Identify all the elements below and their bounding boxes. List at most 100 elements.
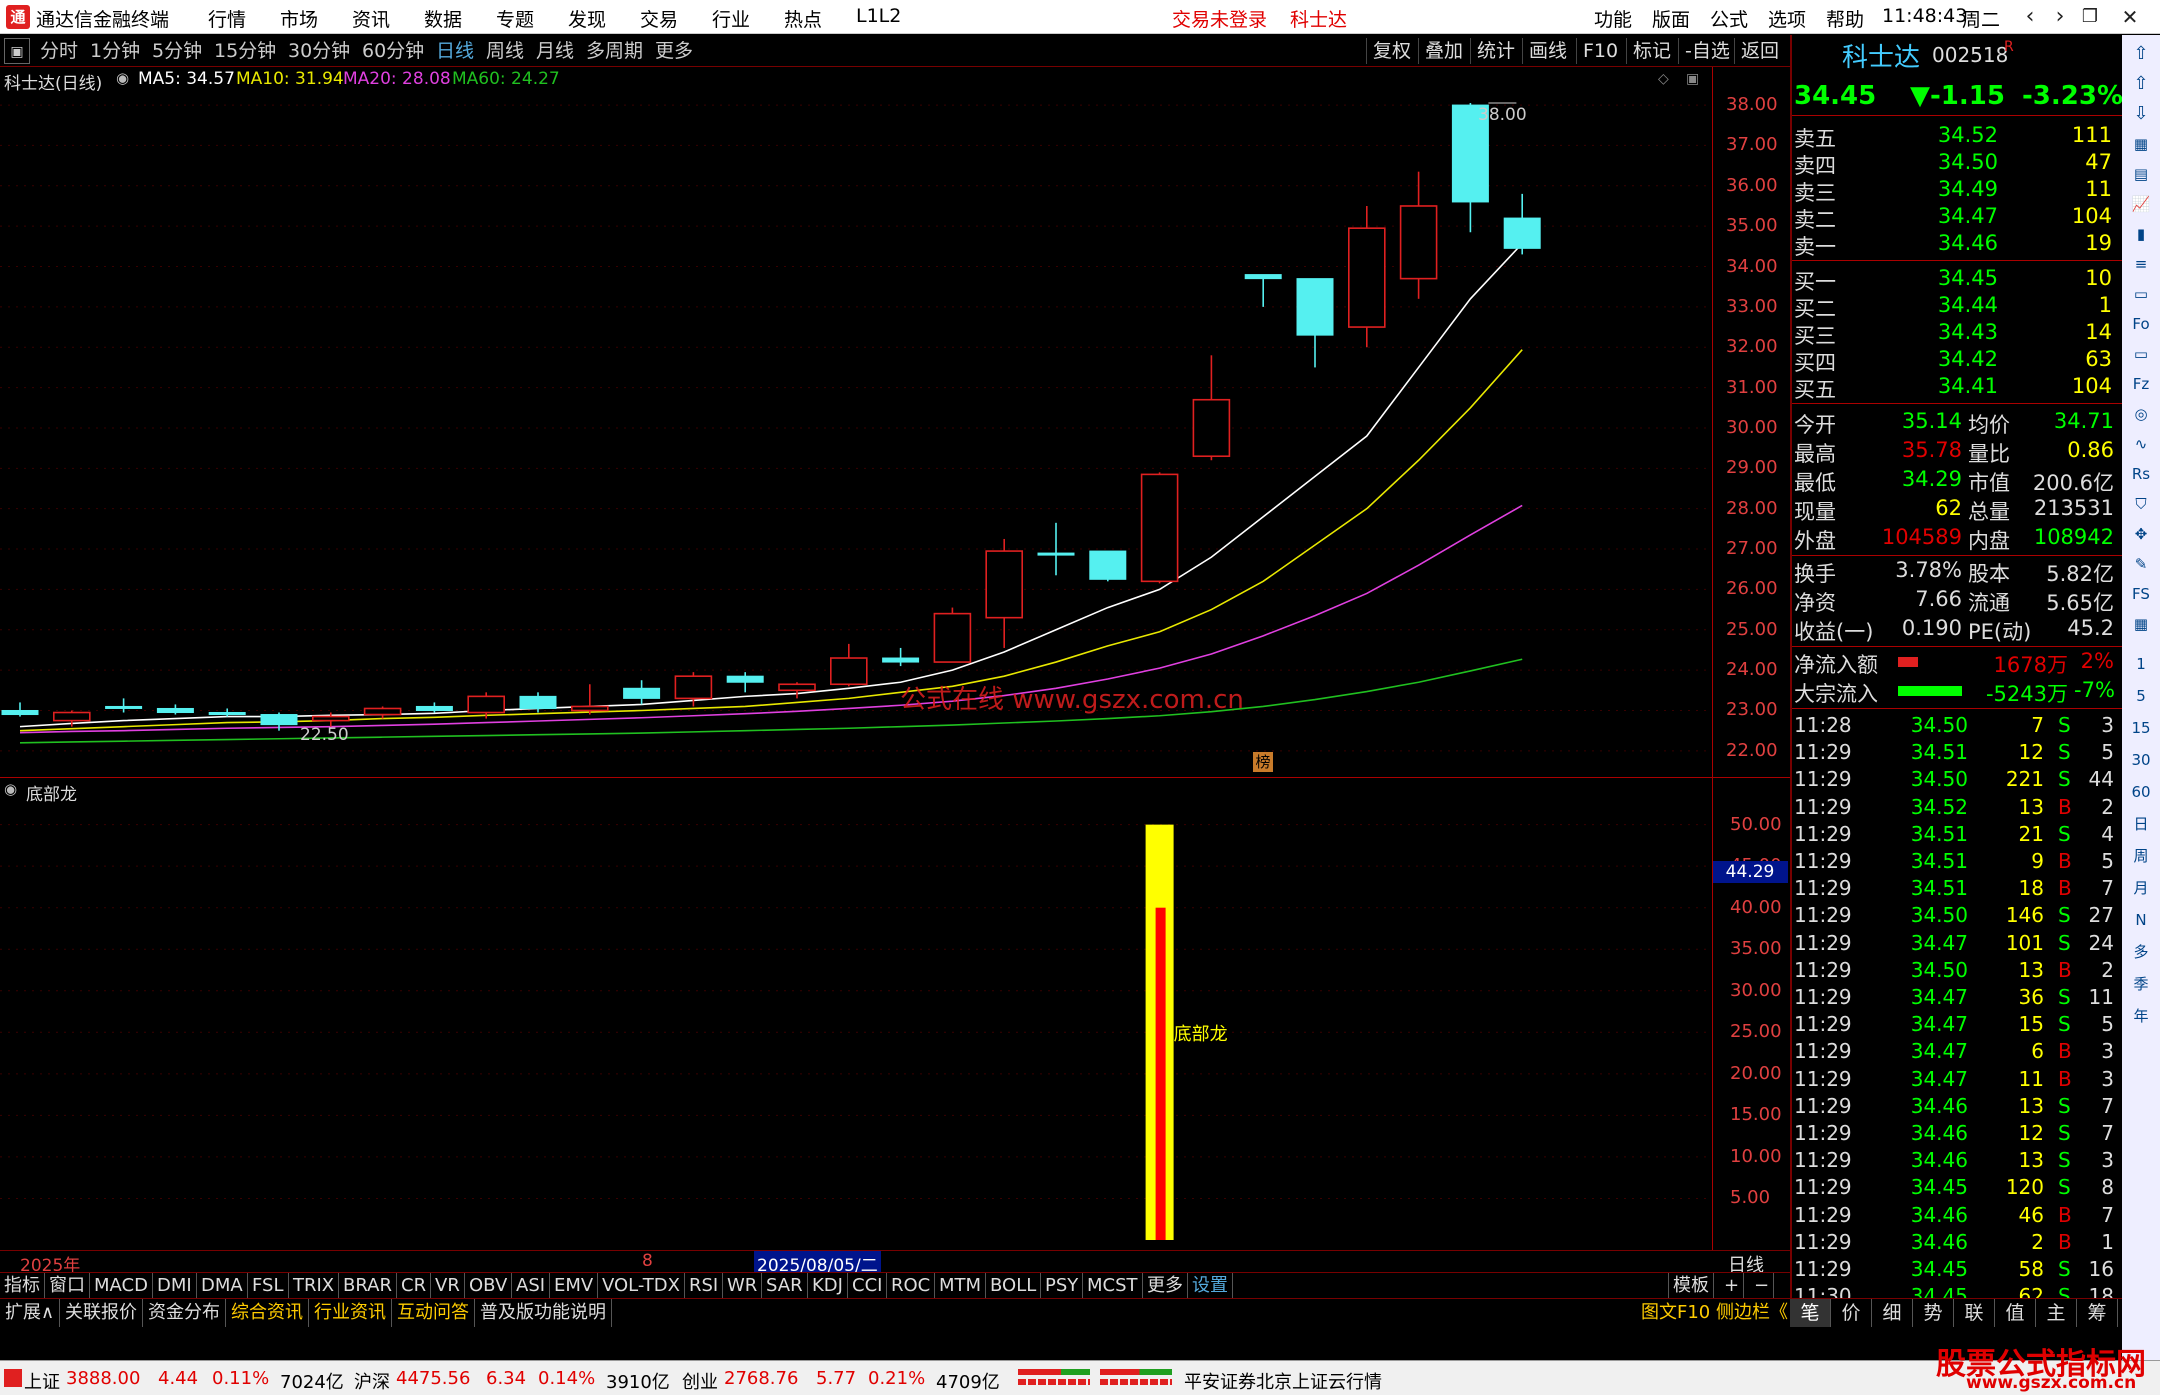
market-breadth-icon-2[interactable] [1100,1367,1172,1389]
quote-tab[interactable]: 值 [1995,1299,2036,1327]
f10-icon[interactable]: ≡ [2128,251,2154,277]
quote-tab[interactable]: 筹 [2077,1299,2118,1327]
pen-icon[interactable]: ✎ [2128,551,2154,577]
side-period-button[interactable]: N [2128,907,2154,933]
quote-tab[interactable]: 主 [2036,1299,2077,1327]
indicator-tab[interactable]: DMI [153,1273,197,1299]
right-menu-item[interactable]: 功能 [1594,5,1632,32]
menu-item[interactable]: 发现 [568,5,606,32]
doc2-icon[interactable]: ▭ [2128,341,2154,367]
fs-icon[interactable]: FS [2128,581,2154,607]
indicator-tab[interactable]: BOLL [986,1273,1042,1299]
chart-tool-button[interactable]: 画线 [1522,38,1573,64]
fiz-icon[interactable]: Fz [2128,371,2154,397]
cy-name[interactable]: 创业 [682,1368,718,1394]
indicator-tab[interactable]: PSY [1041,1273,1084,1299]
indicator-tab[interactable]: KDJ [808,1273,848,1299]
indicator-tab[interactable]: DMA [197,1273,248,1299]
side-period-button[interactable]: 周 [2128,843,2154,869]
hs-name[interactable]: 沪深 [354,1368,390,1394]
broker-name[interactable]: 平安证券北京上证云行情 [1184,1368,1382,1394]
chart-tool-button[interactable]: 标记 [1626,38,1677,64]
indicator-tab[interactable]: MCST [1083,1273,1143,1299]
chart-tool-button[interactable]: 复权 [1366,38,1417,64]
extension-tab[interactable]: 综合资讯 [226,1299,309,1327]
template-button[interactable]: 模板 [1668,1273,1714,1299]
menu-item[interactable]: 热点 [784,5,822,32]
indicator-tab[interactable]: 窗口 [45,1273,90,1299]
list-icon[interactable]: ▤ [2128,161,2154,187]
panel-toggle-icon[interactable]: ▣ [4,38,30,64]
menu-item[interactable]: 专题 [496,5,534,32]
indicator-tab[interactable]: TRIX [289,1273,340,1299]
chart-tool-button[interactable]: F10 [1576,38,1624,64]
side-period-button[interactable]: 60 [2128,779,2154,805]
rank-badge[interactable]: 榜 [1253,752,1273,772]
chart-tool-button[interactable]: 统计 [1470,38,1521,64]
chart-tool-button[interactable]: 返回 [1734,38,1785,64]
indicator-tab[interactable]: ASI [512,1273,551,1299]
period-tab[interactable]: 60分钟 [362,38,424,64]
move-icon[interactable]: ✥ [2128,521,2154,547]
bid-volume[interactable]: 104 [2018,374,2112,400]
quote-tab[interactable]: 笔 [1790,1299,1831,1327]
chart-tool-button[interactable]: 叠加 [1418,38,1469,64]
remove-pane-button[interactable]: − [1750,1273,1775,1299]
side-period-button[interactable]: 季 [2128,971,2154,997]
chart-icon[interactable]: 📈 [2128,191,2154,217]
ask-volume[interactable]: 19 [2018,231,2112,257]
period-tab[interactable]: 5分钟 [152,38,202,64]
extension-tab[interactable]: 普及版功能说明 [475,1299,612,1327]
menu-item[interactable]: 行业 [712,5,750,32]
chart-tool-button[interactable]: -自选 [1678,38,1736,64]
price-chart-pane[interactable]: 科士达(日线) ◉ MA5: 34.57 MA10: 31.94 MA20: 2… [0,67,1778,777]
ask-volume[interactable]: 111 [2018,123,2112,149]
extension-tab[interactable]: 资金分布 [143,1299,226,1327]
up-arrow-icon[interactable]: ⇧ [2128,41,2154,67]
side-period-button[interactable]: 30 [2128,747,2154,773]
side-period-button[interactable]: 多 [2128,939,2154,965]
menu-item[interactable]: 资讯 [352,5,390,32]
shield-icon[interactable]: ⛉ [2128,491,2154,517]
down-icon[interactable]: ⇩ [2128,101,2154,127]
indicator-tab[interactable]: 更多 [1143,1273,1188,1299]
candle-icon[interactable]: ▮ [2128,221,2154,247]
menu-item[interactable]: 交易 [640,5,678,32]
ask-volume[interactable]: 104 [2018,204,2112,230]
bid-volume[interactable]: 1 [2018,293,2112,319]
indicator-tab[interactable]: 指标 [0,1273,45,1299]
add-pane-button[interactable]: + [1720,1273,1745,1299]
indicator-tab[interactable]: FSL [248,1273,289,1299]
period-tab[interactable]: 1分钟 [90,38,140,64]
rsi-icon[interactable]: Rs [2128,461,2154,487]
menu-item[interactable]: L1L2 [856,5,901,27]
extension-tab[interactable]: 行业资讯 [309,1299,392,1327]
period-tab[interactable]: 更多 [655,38,693,64]
indicator-tab[interactable]: CR [397,1273,432,1299]
market-breadth-icon[interactable] [1018,1367,1090,1389]
bid-volume[interactable]: 10 [2018,266,2112,292]
indicator-tab[interactable]: OBV [465,1273,513,1299]
period-tab[interactable]: 日线 [436,38,474,64]
indicator-tab[interactable]: EMV [550,1273,599,1299]
sh-name[interactable]: 上证 [24,1368,60,1394]
quote-tab[interactable]: 势 [1913,1299,1954,1327]
fio-icon[interactable]: Fo [2128,311,2154,337]
side-period-button[interactable]: 1 [2128,651,2154,677]
indicator-tab[interactable]: RSI [685,1273,724,1299]
menu-item[interactable]: 数据 [424,5,462,32]
restore-icon[interactable]: ❐ [2070,2,2110,32]
period-tab[interactable]: 月线 [536,38,574,64]
right-menu-item[interactable]: 帮助 [1826,5,1864,32]
up-icon[interactable]: ⇧ [2128,71,2154,97]
extension-tab[interactable]: 关联报价 [60,1299,143,1327]
period-tab[interactable]: 周线 [486,38,524,64]
side-period-button[interactable]: 月 [2128,875,2154,901]
period-tab[interactable]: 多周期 [586,38,643,64]
quote-tab[interactable]: 价 [1831,1299,1872,1327]
indicator-tab[interactable]: WR [723,1273,763,1299]
ask-volume[interactable]: 47 [2018,150,2112,176]
wave-icon[interactable]: ∿ [2128,431,2154,457]
grid-icon[interactable]: ▦ [2128,131,2154,157]
right-menu-item[interactable]: 版面 [1652,5,1690,32]
